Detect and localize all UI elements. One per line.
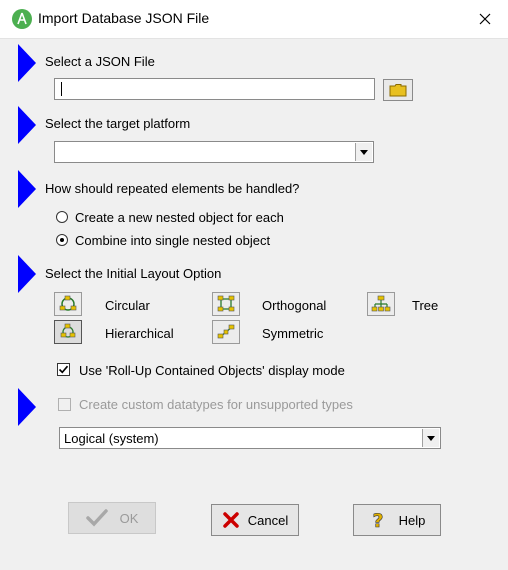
x-icon — [223, 512, 239, 528]
radio-combine[interactable] — [56, 234, 68, 246]
layout-hierarchical-label[interactable]: Hierarchical — [105, 326, 174, 341]
section-arrow-platform — [18, 106, 36, 144]
cancel-button-label: Cancel — [247, 512, 289, 528]
repeated-label: How should repeated elements be handled? — [45, 181, 300, 196]
chevron-down-icon[interactable] — [355, 143, 372, 161]
ok-button[interactable]: OK — [68, 502, 156, 534]
layout-symmetric-label[interactable]: Symmetric — [262, 326, 323, 341]
app-icon — [12, 9, 32, 29]
section-arrow-json — [18, 44, 36, 82]
radio-create-new-label[interactable]: Create a new nested object for each — [75, 210, 284, 225]
checkmark-icon — [58, 365, 69, 374]
title-bar: Import Database JSON File — [0, 0, 508, 39]
layout-orthogonal-label[interactable]: Orthogonal — [262, 298, 326, 313]
section-arrow-datatypes — [18, 388, 36, 426]
dialog-body: Select a JSON File Select the target pla… — [0, 39, 508, 570]
section-arrow-repeated — [18, 170, 36, 208]
rollup-label[interactable]: Use 'Roll-Up Contained Objects' display … — [79, 363, 345, 378]
hierarchical-layout-icon[interactable] — [54, 320, 82, 344]
layout-label: Select the Initial Layout Option — [45, 266, 222, 281]
radio-combine-label[interactable]: Combine into single nested object — [75, 233, 270, 248]
close-button[interactable] — [470, 6, 500, 32]
text-caret — [61, 82, 62, 96]
layout-circular-label[interactable]: Circular — [105, 298, 150, 313]
svg-text:?: ? — [372, 510, 383, 530]
platform-label: Select the target platform — [45, 116, 191, 131]
datatypes-selected: Logical (system) — [64, 431, 159, 446]
section-arrow-layout — [18, 255, 36, 293]
json-file-label: Select a JSON File — [45, 54, 155, 69]
cancel-button[interactable]: Cancel — [211, 504, 299, 536]
datatypes-label: Create custom datatypes for unsupported … — [79, 397, 353, 412]
symmetric-layout-icon[interactable] — [212, 320, 240, 344]
checkmark-icon — [85, 509, 108, 527]
close-icon — [479, 13, 491, 25]
rollup-checkbox[interactable] — [57, 363, 70, 376]
help-button-label: Help — [398, 512, 426, 528]
datatypes-select[interactable]: Logical (system) — [59, 427, 441, 449]
layout-tree-label[interactable]: Tree — [412, 298, 438, 313]
orthogonal-layout-icon[interactable] — [212, 292, 240, 316]
chevron-down-icon[interactable] — [422, 429, 439, 447]
radio-selected-dot — [60, 238, 64, 242]
folder-icon — [389, 84, 407, 97]
json-file-input[interactable] — [54, 78, 375, 100]
question-icon: ? — [372, 510, 384, 530]
datatypes-checkbox[interactable] — [58, 398, 71, 411]
window-title: Import Database JSON File — [38, 10, 210, 26]
browse-button[interactable] — [383, 79, 413, 101]
platform-select[interactable] — [54, 141, 374, 163]
tree-layout-icon[interactable] — [367, 292, 395, 316]
help-button[interactable]: ? Help — [353, 504, 441, 536]
ok-button-label: OK — [119, 510, 139, 526]
circular-layout-icon[interactable] — [54, 292, 82, 316]
radio-create-new[interactable] — [56, 211, 68, 223]
